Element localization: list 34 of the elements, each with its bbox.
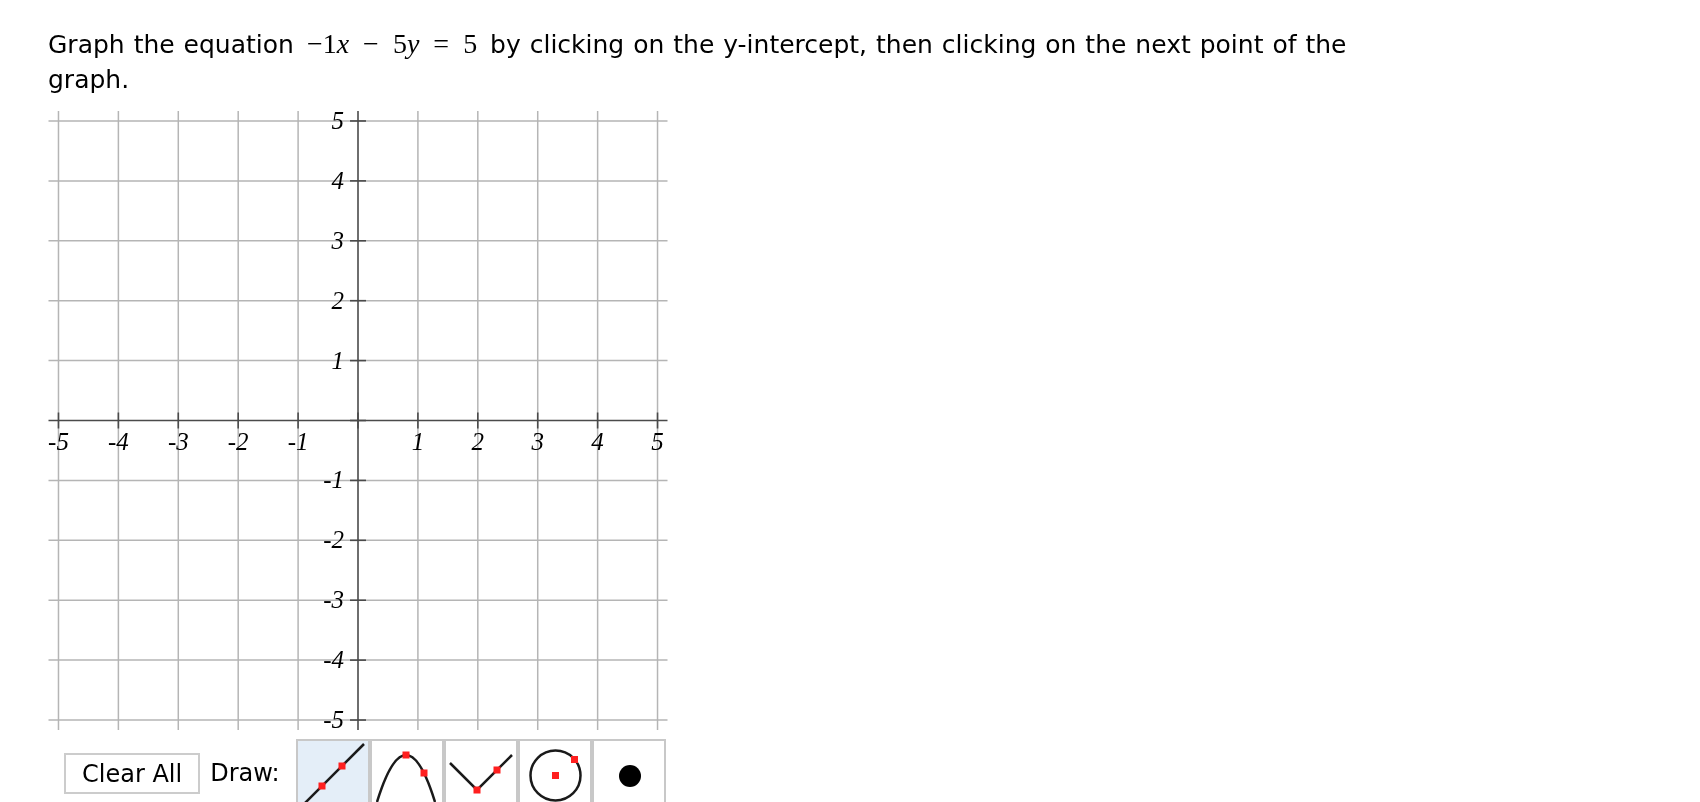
y-tick-label: -2 <box>323 526 345 554</box>
x-tick-label: -2 <box>227 428 249 456</box>
y-tick-label: -3 <box>323 586 345 614</box>
coordinate-grid[interactable]: -5 -4 -3 -2 -1 1 2 3 4 5 5 4 3 2 1 -1 -2 -3 -4 -5 <box>40 104 680 733</box>
clear-all-button[interactable]: Clear All <box>64 753 201 794</box>
y-tick-label: 2 <box>331 286 345 314</box>
circle-icon <box>529 748 583 802</box>
x-tick-label: 2 <box>471 428 485 456</box>
y-tick-label: -5 <box>323 706 345 733</box>
x-tick-label: -1 <box>287 428 309 456</box>
parabola-tool-button[interactable] <box>369 739 444 802</box>
y-tick-label: -1 <box>323 466 345 494</box>
circle-tool-button[interactable] <box>517 739 592 802</box>
line-tool-button[interactable] <box>295 739 370 802</box>
x-tick-label: -5 <box>48 428 69 456</box>
x-tick-label: -3 <box>167 428 189 456</box>
y-tick-label: 3 <box>331 226 345 254</box>
y-tick-label: 5 <box>331 106 345 134</box>
x-tick-label: 1 <box>411 428 425 456</box>
y-tick-label: 4 <box>331 166 345 194</box>
absolute-value-tool-button[interactable] <box>443 739 518 802</box>
x-tick-label: -4 <box>108 428 129 456</box>
parabola-icon <box>375 751 436 802</box>
y-tick-label: -4 <box>323 646 345 674</box>
point-tool-button[interactable] <box>591 739 666 802</box>
y-tick-label: 1 <box>331 346 345 374</box>
dot-icon <box>618 765 641 787</box>
draw-label: Draw: <box>210 758 280 789</box>
x-tick-label: 3 <box>531 428 544 456</box>
x-tick-label: 4 <box>591 428 604 456</box>
v-shape-icon <box>447 751 514 794</box>
x-tick-label: 5 <box>651 428 664 456</box>
question-text: Graph the equation −1x − 5y = 5 by clicking on the y-intercept, then clicking on the next point of the graph. <box>48 27 1348 96</box>
line-icon <box>303 743 365 802</box>
